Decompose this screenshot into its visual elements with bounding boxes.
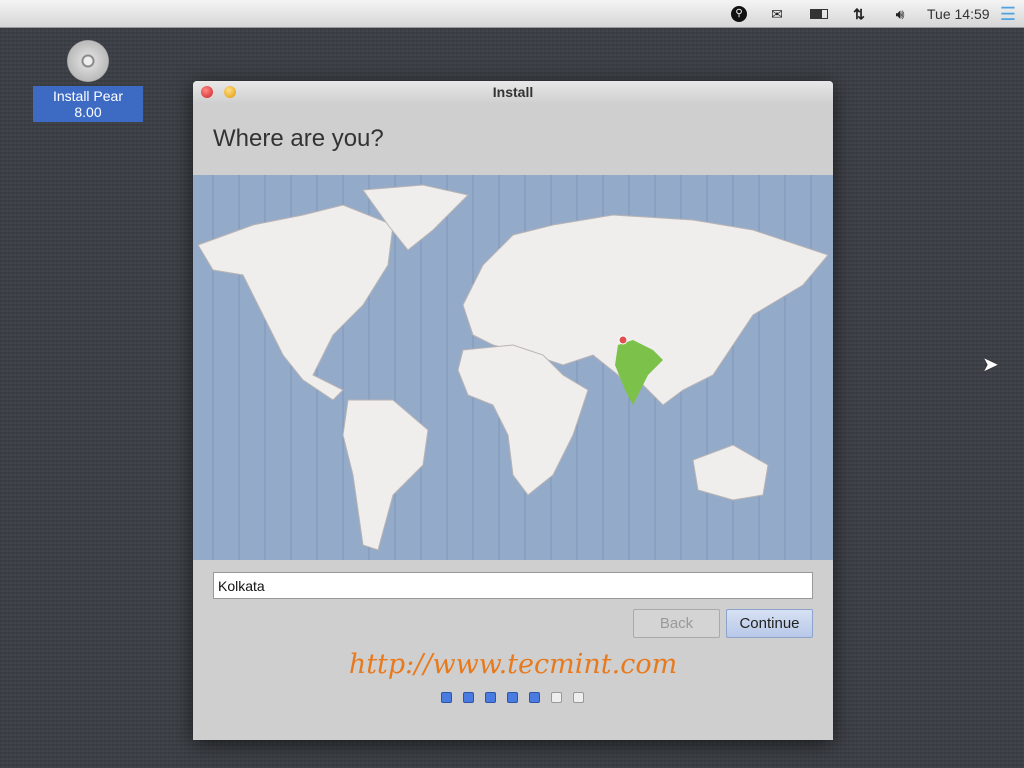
step-indicator xyxy=(485,692,496,703)
page-title: Where are you? xyxy=(213,125,384,152)
network-icon[interactable]: ⇅ xyxy=(846,0,872,28)
volume-icon[interactable]: 🔊︎ xyxy=(886,0,914,28)
window-titlebar[interactable]: Install xyxy=(193,81,833,103)
disc-icon xyxy=(67,40,109,82)
step-indicator xyxy=(573,692,584,703)
search-icon[interactable]: ⚲ xyxy=(728,0,750,28)
step-indicator xyxy=(551,692,562,703)
step-indicator xyxy=(529,692,540,703)
continue-button[interactable]: Continue xyxy=(726,609,813,638)
step-indicator xyxy=(507,692,518,703)
mail-icon[interactable]: ✉ xyxy=(764,0,790,28)
clock[interactable]: Tue 14:59 xyxy=(927,6,990,22)
watermark: http://www.tecmint.com xyxy=(348,649,678,680)
timezone-map[interactable] xyxy=(193,175,833,560)
location-input[interactable]: Kolkata xyxy=(213,572,813,599)
back-button[interactable]: Back xyxy=(633,609,720,638)
location-pin xyxy=(618,335,628,345)
install-window: Install Where are you? Kolkata Back Cont… xyxy=(193,81,833,740)
step-indicator xyxy=(441,692,452,703)
mouse-cursor-icon: ➤ xyxy=(982,354,999,376)
menu-icon[interactable]: ☰ xyxy=(998,0,1018,28)
south-america xyxy=(342,399,429,551)
close-button[interactable] xyxy=(201,86,213,98)
north-america xyxy=(197,204,394,401)
desktop-icon-label: Install Pear 8.00 xyxy=(33,86,143,122)
africa xyxy=(457,344,589,496)
top-menu-bar: ⚲ ✉ ⇅ 🔊︎ Tue 14:59 ☰ xyxy=(0,0,1024,28)
battery-icon[interactable] xyxy=(806,0,832,28)
progress-steps xyxy=(441,692,584,703)
window-title: Install xyxy=(492,84,534,100)
desktop-icon-install[interactable]: Install Pear 8.00 xyxy=(33,40,143,122)
step-indicator xyxy=(463,692,474,703)
minimize-button[interactable] xyxy=(224,86,236,98)
australia xyxy=(692,444,769,501)
